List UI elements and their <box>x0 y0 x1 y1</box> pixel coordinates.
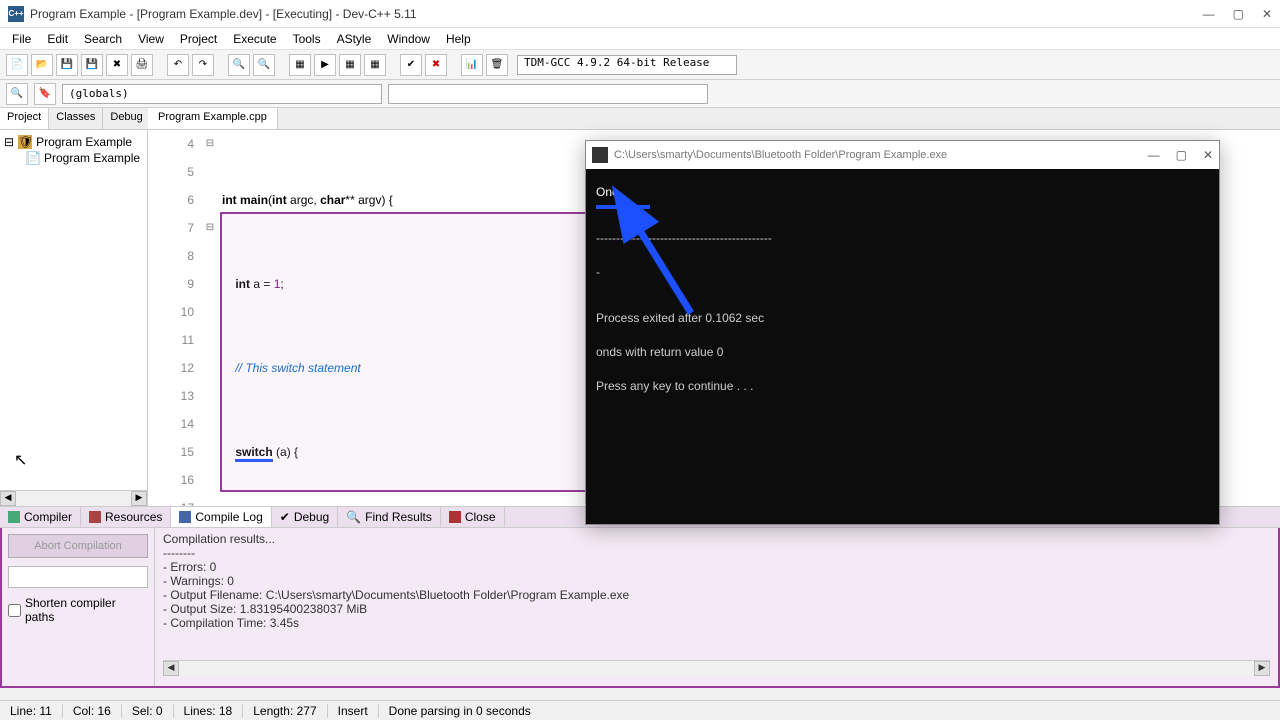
tree-root[interactable]: ⊟🛡 Program Example <box>4 134 143 150</box>
fold-gutter: ⊟⊟ <box>202 130 218 506</box>
toolbar-secondary: 🔍 🔖 (globals) <box>0 80 1280 108</box>
console-output[interactable]: One ------------------------------------… <box>586 169 1219 524</box>
save-icon[interactable]: 💾 <box>56 54 78 76</box>
console-title: C:\Users\smarty\Documents\Bluetooth Fold… <box>614 149 1148 161</box>
console-window: C:\Users\smarty\Documents\Bluetooth Fold… <box>585 140 1220 525</box>
btab-resources[interactable]: Resources <box>81 507 171 527</box>
trash-icon[interactable]: 🗑 <box>486 54 508 76</box>
tab-project[interactable]: Project <box>0 108 49 129</box>
menu-execute[interactable]: Execute <box>227 30 282 48</box>
btab-compilelog[interactable]: Compile Log <box>171 507 271 527</box>
menu-view[interactable]: View <box>132 30 170 48</box>
source-text: int main(int argc, char** argv) { int a … <box>222 130 393 506</box>
replace-icon[interactable]: 🔍 <box>253 54 275 76</box>
title-bar: C++ Program Example - [Program Example.d… <box>0 0 1280 28</box>
toolbar-main: 📄 📂 💾 💾 ✖ 🖨 ↶ ↷ 🔍 🔍 ▦ ▶ ▦ ▦ ✔ ✖ 📊 🗑 TDM-… <box>0 50 1280 80</box>
tree-file[interactable]: 📄 Program Example <box>4 150 143 166</box>
undo-icon[interactable]: ↶ <box>167 54 189 76</box>
menu-tools[interactable]: Tools <box>287 30 327 48</box>
btab-compiler[interactable]: Compiler <box>0 507 81 527</box>
status-msg: Done parsing in 0 seconds <box>379 704 1280 718</box>
compiler-select[interactable]: TDM-GCC 4.9.2 64-bit Release <box>517 55 737 75</box>
tab-debug[interactable]: Debug <box>103 108 150 129</box>
app-icon: C++ <box>8 6 24 22</box>
cursor-icon: ↖ <box>14 450 27 470</box>
btab-findresults[interactable]: 🔍Find Results <box>338 507 441 527</box>
annotation-underline <box>596 205 650 209</box>
editor-tab[interactable]: Program Example.cpp <box>148 108 278 129</box>
close-file-icon[interactable]: ✖ <box>106 54 128 76</box>
status-line: Line: 11 <box>0 704 63 718</box>
minimize-button[interactable]: — <box>1203 7 1215 21</box>
annotation-arrow <box>626 213 706 336</box>
console-icon <box>592 147 608 163</box>
line-gutter: 456 789 101112 131415 1617 <box>148 130 202 506</box>
symbols-combo[interactable] <box>388 84 708 104</box>
run-icon[interactable]: ▶ <box>314 54 336 76</box>
compile-run-icon[interactable]: ▦ <box>339 54 361 76</box>
sidebar-scrollbar[interactable]: ◀▶ <box>0 490 147 506</box>
abort-compilation-button[interactable]: Abort Compilation <box>8 534 148 558</box>
shorten-paths-checkbox[interactable]: Shorten compiler paths <box>8 596 148 624</box>
menu-edit[interactable]: Edit <box>41 30 74 48</box>
status-length: Length: 277 <box>243 704 327 718</box>
status-sel: Sel: 0 <box>122 704 174 718</box>
redo-icon[interactable]: ↷ <box>192 54 214 76</box>
new-file-icon[interactable]: 📄 <box>6 54 28 76</box>
console-minimize-button[interactable]: — <box>1148 148 1160 162</box>
rebuild-icon[interactable]: ▦ <box>364 54 386 76</box>
debug-icon[interactable]: ✔ <box>400 54 422 76</box>
stop-icon[interactable]: ✖ <box>425 54 447 76</box>
console-line-output: One <box>596 175 1209 209</box>
menu-file[interactable]: File <box>6 30 37 48</box>
tab-classes[interactable]: Classes <box>49 108 103 129</box>
sidebar: Project Classes Debug ⊟🛡 Program Example… <box>0 108 148 506</box>
progress-bar <box>8 566 148 588</box>
status-lines: Lines: 18 <box>174 704 244 718</box>
globals-combo[interactable]: (globals) <box>62 84 382 104</box>
menu-bar: File Edit Search View Project Execute To… <box>0 28 1280 50</box>
menu-astyle[interactable]: AStyle <box>331 30 378 48</box>
compile-log-panel: Abort Compilation Shorten compiler paths… <box>0 528 1280 688</box>
menu-window[interactable]: Window <box>381 30 436 48</box>
status-mode: Insert <box>328 704 379 718</box>
console-maximize-button[interactable]: ▢ <box>1176 148 1187 162</box>
compile-log-text: Compilation results... -------- - Errors… <box>154 528 1278 686</box>
menu-help[interactable]: Help <box>440 30 477 48</box>
goto-icon[interactable]: 🔍 <box>6 83 28 105</box>
close-button[interactable]: ✕ <box>1262 7 1272 21</box>
saveall-icon[interactable]: 💾 <box>81 54 103 76</box>
project-tree: ⊟🛡 Program Example 📄 Program Example <box>0 130 147 490</box>
btab-debug[interactable]: ✔Debug <box>272 507 338 527</box>
menu-search[interactable]: Search <box>78 30 128 48</box>
maximize-button[interactable]: ▢ <box>1233 7 1244 21</box>
log-scrollbar[interactable]: ◀ ▶ <box>163 660 1270 676</box>
window-title: Program Example - [Program Example.dev] … <box>30 7 1203 21</box>
compile-icon[interactable]: ▦ <box>289 54 311 76</box>
find-icon[interactable]: 🔍 <box>228 54 250 76</box>
status-bar: Line: 11 Col: 16 Sel: 0 Lines: 18 Length… <box>0 700 1280 720</box>
bookmark-icon[interactable]: 🔖 <box>34 83 56 105</box>
tree-root-label: Program Example <box>36 135 132 149</box>
open-icon[interactable]: 📂 <box>31 54 53 76</box>
console-close-button[interactable]: ✕ <box>1203 148 1213 162</box>
tree-file-label: Program Example <box>44 151 140 165</box>
status-col: Col: 16 <box>63 704 122 718</box>
menu-project[interactable]: Project <box>174 30 223 48</box>
btab-close[interactable]: Close <box>441 507 505 527</box>
print-icon[interactable]: 🖨 <box>131 54 153 76</box>
profile-icon[interactable]: 📊 <box>461 54 483 76</box>
